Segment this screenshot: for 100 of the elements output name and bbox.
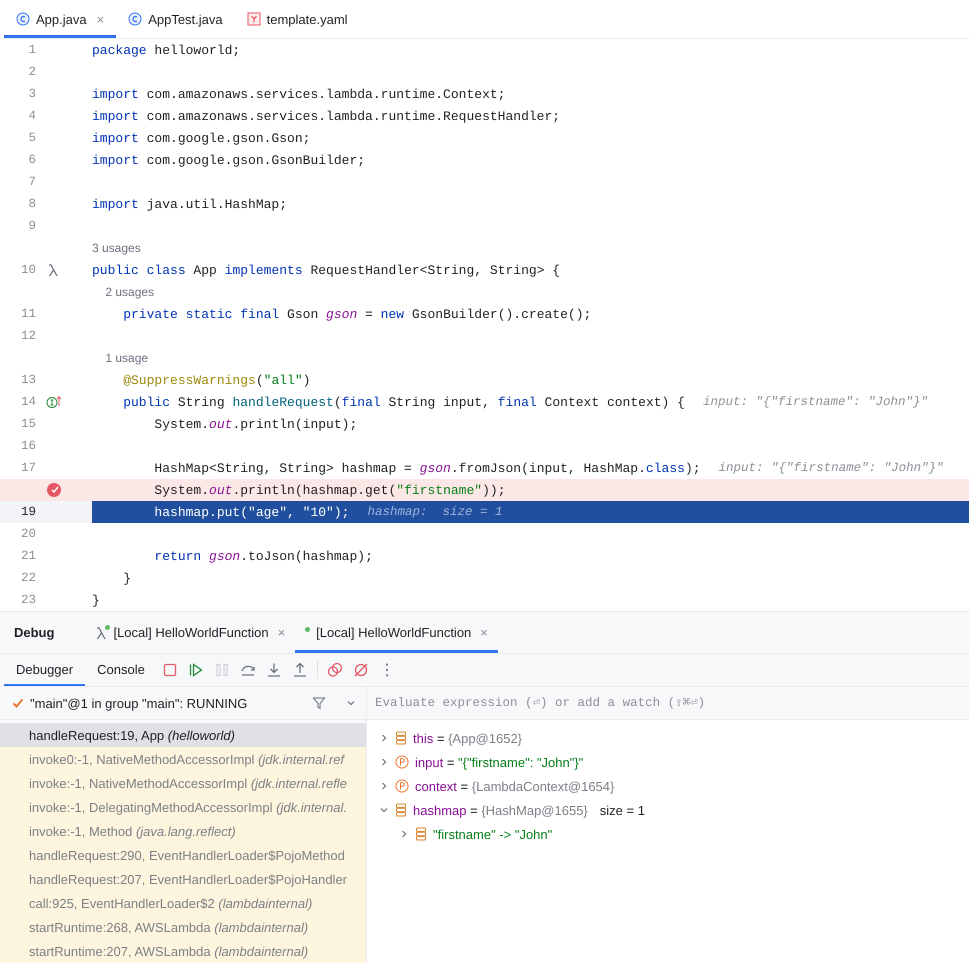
close-icon[interactable]: × [96,12,104,26]
variable-value: hashmap = {HashMap@1655} [413,802,588,818]
variable-value: input = "{"firstname": "John"}" [415,754,584,770]
collapsed-chevron-icon [379,733,389,743]
line-number: 23 [20,593,36,607]
stack-frame[interactable]: startRuntime:268, AWSLambda (lambdainternal) [0,915,366,939]
variable-value: this = {App@1652} [413,730,522,746]
line-number: 1 [27,43,36,57]
code-line: package helloworld; [92,42,240,58]
collapsed-chevron-icon [399,829,409,839]
session-tab[interactable]: [Local] HelloWorldFunction × [84,612,296,653]
collapsed-chevron-icon [379,781,389,791]
class-icon [16,12,30,26]
line-number: 9 [27,219,36,233]
resume-icon [188,662,204,678]
check-icon [12,697,24,709]
stack-frame[interactable]: call:925, EventHandlerLoader$2 (lambdainternal) [0,891,366,915]
panel-tab[interactable]: Debugger [4,654,86,686]
lambda-icon [46,263,60,277]
code-line: @SuppressWarnings("all") [122,372,310,388]
implements-icon [46,395,62,409]
lambda-icon [94,626,108,640]
step-into-icon [266,662,282,678]
code-line: import com.amazonaws.services.lambda.runtime.Context; [92,86,506,102]
class-icon [128,12,142,26]
close-icon[interactable]: × [480,625,488,640]
yaml-file-icon [246,12,261,26]
line-number: 11 [20,307,36,321]
stack-frame[interactable]: startRuntime:207, AWSLambda (lambdainternal) [0,939,366,963]
more-icon [384,663,389,677]
evaluate-expression-field[interactable]: Evaluate expression (⏎) or add a watch (⇧⌘⏎) [367,687,969,720]
code-line: import com.google.gson.Gson; [92,130,310,146]
field-icon [415,827,427,841]
stack-frame[interactable]: invoke:-1, Method (java.lang.reflect) [0,819,366,843]
code-line: import java.util.HashMap; [92,196,288,212]
line-number: 19 [20,505,36,519]
session-tab[interactable]: [Local] HelloWorldFunction × [295,612,498,653]
line-number: 8 [27,197,36,211]
stack-frame[interactable]: handleRequest:290, EventHandlerLoader$PojoMethod [0,843,366,867]
variable-note: size = 1 [600,802,645,818]
usages-hint[interactable]: 2 usages [92,285,154,299]
line-number: 17 [20,461,36,475]
close-icon[interactable]: × [278,625,286,640]
file-tab[interactable]: AppTest.java [116,0,235,38]
code-line: return gson.toJson(hashmap); [153,548,373,564]
breakpoints-icon [326,662,343,678]
stack-frame[interactable]: invoke:-1, DelegatingMethodAccessorImpl (jdk.internal. [0,795,366,819]
inline-value-hint: input: "{"firstname": "John"}" [702,395,928,409]
breakpoint-icon [46,482,62,498]
usages-hint[interactable]: 3 usages [92,241,141,255]
pause-icon [214,662,230,678]
code-line: public class App implements RequestHandler<String, String> { [92,262,560,278]
file-tab[interactable]: template.yaml [234,0,360,38]
line-number: 6 [27,153,36,167]
panel-tab[interactable]: Console [85,654,157,686]
code-line: System.out.println(input); [153,416,358,432]
panel-title: Debug [14,625,54,640]
expand-toggle[interactable] [379,733,389,743]
inline-value-hint: input: "{"firstname": "John"}" [718,461,944,475]
expanded-chevron-icon [379,805,389,815]
filter-icon [312,696,326,710]
parameter-icon [395,755,409,769]
expand-toggle[interactable] [399,829,409,839]
step-out-icon [292,662,308,678]
expand-toggle[interactable] [379,781,389,791]
collapsed-chevron-icon [379,757,389,767]
code-line: import com.google.gson.GsonBuilder; [92,152,366,168]
line-number: 22 [20,571,36,585]
code-line: HashMap<String, String> hashmap = gson.fromJson(input, HashMap.class); [153,460,701,476]
code-line: System.out.println(hashmap.get("firstname")); [153,482,506,498]
inline-value-hint: hashmap: size = 1 [367,505,503,519]
code-line: } [92,592,100,608]
map-entry: "firstname" -> "John" [433,826,552,842]
line-number: 10 [20,263,36,277]
stack-frame[interactable]: invoke0:-1, NativeMethodAccessorImpl (jdk.internal.ref [0,747,366,771]
code-line: import com.amazonaws.services.lambda.runtime.RequestHandler; [92,108,560,124]
line-number: 13 [20,373,36,387]
thread-selector[interactable]: "main"@1 in group "main": RUNNING [0,687,366,720]
stack-frame[interactable]: invoke:-1, NativeMethodAccessorImpl (jdk.internal.refle [0,771,366,795]
line-number: 5 [27,131,36,145]
line-number: 16 [20,439,36,453]
expand-toggle[interactable] [379,805,389,815]
line-number: 21 [20,549,36,563]
expand-toggle[interactable] [379,757,389,767]
stack-frame[interactable]: handleRequest:207, EventHandlerLoader$PojoHandler [0,867,366,891]
field-icon [395,803,407,817]
file-tab[interactable]: App.java × [4,0,116,38]
parameter-icon [395,779,409,793]
line-number: 12 [20,329,36,343]
variable-value: context = {LambdaContext@1654} [415,778,614,794]
field-icon [395,731,407,745]
code-line: } [122,570,132,586]
code-line: public String handleRequest(final String input, final Context context) { [122,394,685,410]
line-number: 3 [27,87,36,101]
line-number: 4 [27,109,36,123]
stack-frame[interactable]: handleRequest:19, App (helloworld) [0,723,366,747]
line-number: 2 [27,65,36,79]
usages-hint[interactable]: 1 usage [92,351,148,365]
line-number: 14 [20,395,36,409]
code-line: hashmap.put("age", "10"); [153,504,350,520]
